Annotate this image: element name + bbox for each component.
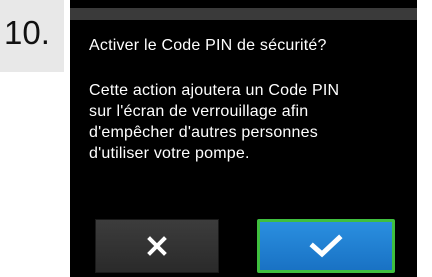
checkmark-icon [309, 234, 343, 258]
step-number: 10. [4, 14, 50, 51]
dialog-title: Activer le Code PIN de sécurité? [89, 37, 327, 54]
dialog-message-line: d'empêcher d'autres personnes [89, 124, 318, 141]
dialog-message-line: d'utiliser votre pompe. [89, 145, 250, 162]
cancel-button[interactable] [95, 219, 219, 273]
device-screen: Activer le Code PIN de sécurité? Cette a… [70, 0, 417, 277]
dialog-message-line: Cette action ajoutera un Code PIN [89, 82, 340, 99]
screen-status-bar [70, 8, 417, 20]
confirm-button[interactable] [257, 219, 395, 273]
close-x-icon [147, 236, 167, 256]
dialog-message-line: sur l'écran de verrouillage afin [89, 103, 309, 120]
dialog-message: Cette action ajoutera un Code PIN sur l'… [89, 80, 411, 164]
step-number-box: 10. [0, 0, 64, 72]
